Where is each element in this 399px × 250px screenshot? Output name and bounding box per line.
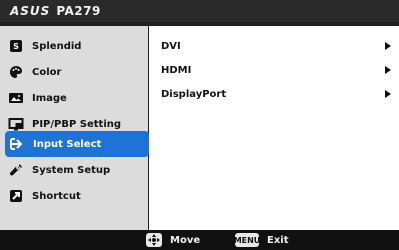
option-label: DVI xyxy=(161,40,181,52)
option-label: HDMI xyxy=(161,64,192,76)
shortcut-icon xyxy=(8,188,24,204)
sidebar-item-label: Shortcut xyxy=(32,190,81,202)
exit-label: Exit xyxy=(267,234,289,246)
sidebar-item-color[interactable]: Color xyxy=(4,62,148,82)
input-select-icon xyxy=(9,136,25,152)
footer-bar: Move MENU Exit xyxy=(0,230,399,250)
svg-text:S: S xyxy=(13,42,19,51)
image-icon xyxy=(8,90,24,106)
splendid-icon: S xyxy=(8,38,24,54)
osd-window: ASUS PA279 S Splendid Color Image PIP/PB… xyxy=(0,0,399,250)
sidebar-item-image[interactable]: Image xyxy=(4,88,148,108)
model-name: PA279 xyxy=(56,4,101,18)
input-option-displayport[interactable]: DisplayPort xyxy=(161,84,395,104)
sidebar-item-label: Color xyxy=(32,66,62,78)
brand-area: ASUS PA279 xyxy=(0,4,101,18)
sidebar-item-system-setup[interactable]: System Setup xyxy=(4,160,148,180)
chevron-right-icon xyxy=(385,66,391,74)
sidebar-item-input-select[interactable]: Input Select xyxy=(5,131,149,157)
footer-move: Move xyxy=(146,233,200,247)
sidebar: S Splendid Color Image PIP/PBP Setting I… xyxy=(0,26,149,230)
sidebar-item-label: Input Select xyxy=(33,138,102,150)
sidebar-item-shortcut[interactable]: Shortcut xyxy=(4,186,148,206)
sidebar-item-label: PIP/PBP Setting xyxy=(32,118,122,130)
content-panel: DVI HDMI DisplayPort xyxy=(149,26,399,230)
sidebar-item-label: Splendid xyxy=(32,40,82,52)
pip-pbp-icon xyxy=(8,116,24,132)
chevron-right-icon xyxy=(385,90,391,98)
chevron-right-icon xyxy=(385,42,391,50)
sidebar-item-label: System Setup xyxy=(32,164,111,176)
sidebar-item-label: Image xyxy=(32,92,67,104)
sidebar-item-splendid[interactable]: S Splendid xyxy=(4,36,148,56)
palette-icon xyxy=(8,64,24,80)
brand-logo: ASUS xyxy=(10,4,51,18)
title-bar: ASUS PA279 xyxy=(0,0,399,22)
move-label: Move xyxy=(170,234,201,246)
wrench-icon xyxy=(8,162,24,178)
option-label: DisplayPort xyxy=(161,88,227,100)
input-option-hdmi[interactable]: HDMI xyxy=(161,60,395,80)
footer-exit: MENU Exit xyxy=(234,233,289,247)
input-option-dvi[interactable]: DVI xyxy=(161,36,395,56)
dpad-icon xyxy=(146,233,162,247)
menu-key-icon: MENU xyxy=(234,233,260,247)
